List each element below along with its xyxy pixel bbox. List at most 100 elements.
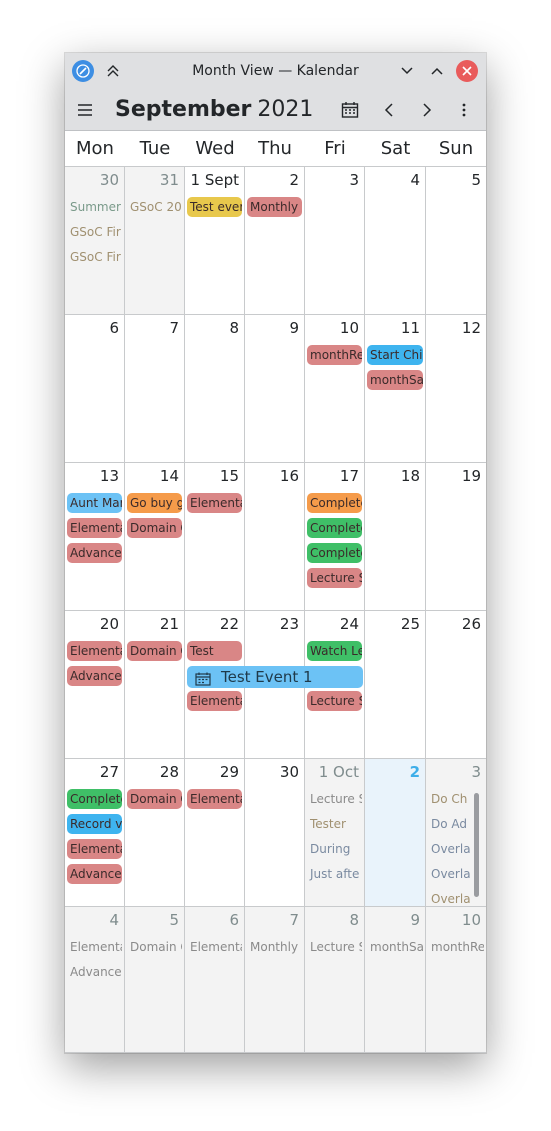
event-chip[interactable]: Monthly « [247, 197, 302, 217]
event-chip[interactable]: Domain C [127, 641, 182, 661]
day-cell[interactable]: 17 Complete Complete Complete Lecture S [305, 463, 365, 611]
day-cell[interactable]: 6 Elementa [185, 907, 245, 1053]
day-number[interactable]: 27 [100, 763, 119, 781]
event-chip[interactable]: Lecture S [307, 937, 362, 957]
day-cell[interactable]: 2 Monthly « [245, 167, 305, 315]
multi-day-event[interactable]: Test Event 1 [187, 666, 363, 688]
event-chip[interactable]: Just afte [307, 864, 362, 884]
day-cell[interactable]: 6 [65, 315, 125, 463]
day-cell[interactable]: 1 Oct Lecture S Tester During Just afte [305, 759, 365, 907]
day-number[interactable]: 2 [289, 171, 299, 189]
event-chip[interactable]: monthRe [307, 345, 362, 365]
event-chip[interactable]: monthSa [367, 937, 423, 957]
day-number[interactable]: 14 [160, 467, 179, 485]
day-cell[interactable]: 19 [426, 463, 486, 611]
event-chip[interactable]: Domain C [127, 789, 182, 809]
day-number[interactable]: 2 [410, 763, 420, 781]
day-number[interactable]: 23 [280, 615, 299, 633]
day-cell[interactable]: 9 monthSa [365, 907, 426, 1053]
day-cell[interactable]: 4 Elementa Advance [65, 907, 125, 1053]
event-chip[interactable]: Monthly « [247, 937, 302, 957]
event-chip[interactable]: Elementa [67, 839, 122, 859]
event-chip[interactable]: GSoC 20 [127, 197, 182, 217]
event-chip[interactable]: Complete [307, 543, 362, 563]
event-chip[interactable]: Record v [67, 814, 122, 834]
event-chip[interactable]: Elementa [67, 937, 122, 957]
day-number[interactable]: 9 [289, 319, 299, 337]
day-number[interactable]: 30 [280, 763, 299, 781]
day-cell[interactable]: 8 [185, 315, 245, 463]
day-number[interactable]: 31 [160, 171, 179, 189]
day-cell[interactable]: 3 [305, 167, 365, 315]
day-number[interactable]: 25 [401, 615, 420, 633]
event-chip[interactable]: Start Chi [367, 345, 423, 365]
day-number[interactable]: 8 [229, 319, 239, 337]
event-chip[interactable]: Advance [67, 864, 122, 884]
day-cell[interactable]: 7 [125, 315, 185, 463]
day-number[interactable]: 5 [471, 171, 481, 189]
day-cell[interactable]: 21 Domain C [125, 611, 185, 759]
day-cell[interactable]: 14 Go buy g Domain C [125, 463, 185, 611]
event-chip[interactable]: Elementa [187, 789, 242, 809]
day-number[interactable]: 7 [289, 911, 299, 929]
overflow-menu-icon[interactable] [454, 100, 474, 120]
event-chip[interactable]: GSoC Fir [67, 247, 122, 267]
day-cell[interactable]: 13 Aunt Mar Elementa Advance [65, 463, 125, 611]
event-chip[interactable]: Domain C [127, 937, 182, 957]
day-cell[interactable]: 9 [245, 315, 305, 463]
day-number[interactable]: 1 Sept [191, 171, 239, 189]
event-chip[interactable]: Lecture S [307, 691, 362, 711]
event-chip[interactable]: Test ever [187, 197, 242, 217]
event-chip[interactable]: Domain C [127, 518, 182, 538]
event-chip[interactable]: Elementa [67, 641, 122, 661]
day-cell[interactable]: 11 Start Chi monthSa [365, 315, 426, 463]
event-chip[interactable]: Advance [67, 962, 122, 982]
cell-scrollbar[interactable] [474, 793, 479, 897]
day-number[interactable]: 18 [401, 467, 420, 485]
day-cell[interactable]: 1 Sept Test ever [185, 167, 245, 315]
day-number[interactable]: 8 [349, 911, 359, 929]
maximize-icon[interactable] [426, 60, 448, 82]
event-chip[interactable]: Test [187, 641, 242, 661]
event-chip[interactable]: Lecture S [307, 568, 362, 588]
event-chip[interactable]: GSoC Fir [67, 222, 122, 242]
day-cell[interactable]: 2 [365, 759, 426, 907]
day-number[interactable]: 20 [100, 615, 119, 633]
day-number[interactable]: 28 [160, 763, 179, 781]
event-chip[interactable]: Tester [307, 814, 362, 834]
day-number[interactable]: 4 [109, 911, 119, 929]
day-cell[interactable]: 5 [426, 167, 486, 315]
day-number[interactable]: 13 [100, 467, 119, 485]
close-icon[interactable] [456, 60, 478, 82]
day-cell[interactable]: 15 Elementa [185, 463, 245, 611]
day-number[interactable]: 6 [229, 911, 239, 929]
today-calendar-icon[interactable] [340, 100, 360, 120]
event-chip[interactable]: Complete [307, 493, 362, 513]
event-chip[interactable]: Elementa [187, 493, 242, 513]
event-chip[interactable]: Summer [67, 197, 122, 217]
day-number[interactable]: 3 [349, 171, 359, 189]
day-cell[interactable]: 27 Complete Record v Elementa Advance [65, 759, 125, 907]
day-cell[interactable]: 30 [245, 759, 305, 907]
day-cell[interactable]: 29 Elementa [185, 759, 245, 907]
day-cell[interactable]: 31 GSoC 20 [125, 167, 185, 315]
event-chip[interactable]: Watch Le [307, 641, 362, 661]
day-cell[interactable]: 26 [426, 611, 486, 759]
day-cell[interactable]: 30 Summer GSoC Fir GSoC Fir [65, 167, 125, 315]
day-number[interactable]: 19 [462, 467, 481, 485]
day-number[interactable]: 4 [410, 171, 420, 189]
day-number[interactable]: 11 [401, 319, 420, 337]
day-number[interactable]: 10 [340, 319, 359, 337]
day-cell[interactable]: 10 monthRe [426, 907, 486, 1053]
event-chip[interactable]: Elementa [67, 518, 122, 538]
day-cell[interactable]: 16 [245, 463, 305, 611]
previous-month-icon[interactable] [379, 100, 399, 120]
next-month-icon[interactable] [417, 100, 437, 120]
day-cell[interactable]: 18 [365, 463, 426, 611]
day-number[interactable]: 16 [280, 467, 299, 485]
day-number[interactable]: 22 [220, 615, 239, 633]
day-number[interactable]: 30 [100, 171, 119, 189]
event-chip[interactable]: Complete [307, 518, 362, 538]
day-number[interactable]: 6 [109, 319, 119, 337]
hamburger-menu-icon[interactable] [77, 102, 93, 118]
